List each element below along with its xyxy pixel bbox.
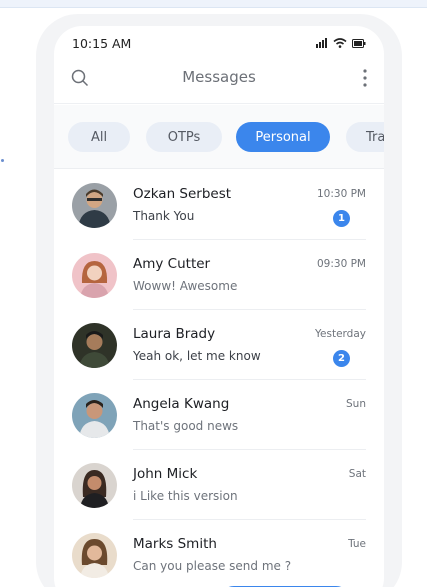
unread-badge: 1 bbox=[333, 210, 350, 227]
avatar bbox=[72, 253, 117, 298]
status-time: 10:15 AM bbox=[72, 36, 132, 51]
contact-name: John Mick bbox=[133, 466, 198, 482]
app-header: Messages bbox=[54, 60, 384, 104]
tab-personal[interactable]: Personal bbox=[236, 122, 330, 152]
wifi-icon bbox=[333, 38, 347, 48]
avatar bbox=[72, 323, 117, 368]
contact-name: Marks Smith bbox=[133, 536, 217, 552]
message-row-laura-brady[interactable]: Laura Brady Yeah ok, let me know Yesterd… bbox=[54, 310, 384, 380]
message-row-john-mick[interactable]: John Mick i Like this version Sat bbox=[54, 450, 384, 520]
message-preview: Thank You bbox=[133, 209, 195, 223]
message-preview: Can you please send me ? bbox=[133, 559, 292, 573]
side-dot bbox=[1, 159, 4, 162]
tab-transactions[interactable]: Tra bbox=[346, 122, 384, 152]
message-preview: That's good news bbox=[133, 419, 239, 433]
contact-name: Amy Cutter bbox=[133, 256, 211, 272]
avatar bbox=[72, 183, 117, 228]
avatar bbox=[72, 393, 117, 438]
status-icons bbox=[316, 38, 366, 48]
message-time: Yesterday bbox=[315, 328, 366, 340]
message-time: 10:30 PM bbox=[317, 188, 366, 200]
more-vertical-icon[interactable] bbox=[362, 68, 368, 88]
message-row-amy-cutter[interactable]: Amy Cutter Woww! Awesome 09:30 PM bbox=[54, 240, 384, 310]
tab-otps[interactable]: OTPs bbox=[146, 122, 222, 152]
signal-icon bbox=[316, 38, 327, 48]
top-strip bbox=[0, 0, 427, 8]
avatar bbox=[72, 533, 117, 578]
contact-name: Ozkan Serbest bbox=[133, 186, 232, 202]
filter-tabs: All OTPs Personal Tra bbox=[54, 105, 384, 169]
message-preview: Woww! Awesome bbox=[133, 279, 238, 293]
message-time: Sun bbox=[346, 398, 366, 410]
status-bar: 10:15 AM bbox=[54, 26, 384, 60]
avatar bbox=[72, 463, 117, 508]
page-title: Messages bbox=[182, 68, 256, 86]
message-row-marks-smith[interactable]: Marks Smith Can you please send me ? Tue bbox=[54, 520, 384, 587]
tab-all[interactable]: All bbox=[68, 122, 130, 152]
message-row-angela-kwang[interactable]: Angela Kwang That's good news Sun bbox=[54, 380, 384, 450]
message-row-ozkan-serbest[interactable]: Ozkan Serbest Thank You 10:30 PM 1 bbox=[54, 170, 384, 240]
phone-screen: 10:15 AM Messages All OTPs Personal Tra … bbox=[54, 26, 384, 587]
contact-name: Angela Kwang bbox=[133, 396, 230, 412]
battery-icon bbox=[352, 38, 366, 48]
message-time: 09:30 PM bbox=[317, 258, 366, 270]
contact-name: Laura Brady bbox=[133, 326, 216, 342]
message-time: Sat bbox=[348, 468, 366, 480]
message-preview: Yeah ok, let me know bbox=[133, 349, 261, 363]
message-time: Tue bbox=[348, 538, 366, 550]
message-preview: i Like this version bbox=[133, 489, 238, 503]
unread-badge: 2 bbox=[333, 350, 350, 367]
